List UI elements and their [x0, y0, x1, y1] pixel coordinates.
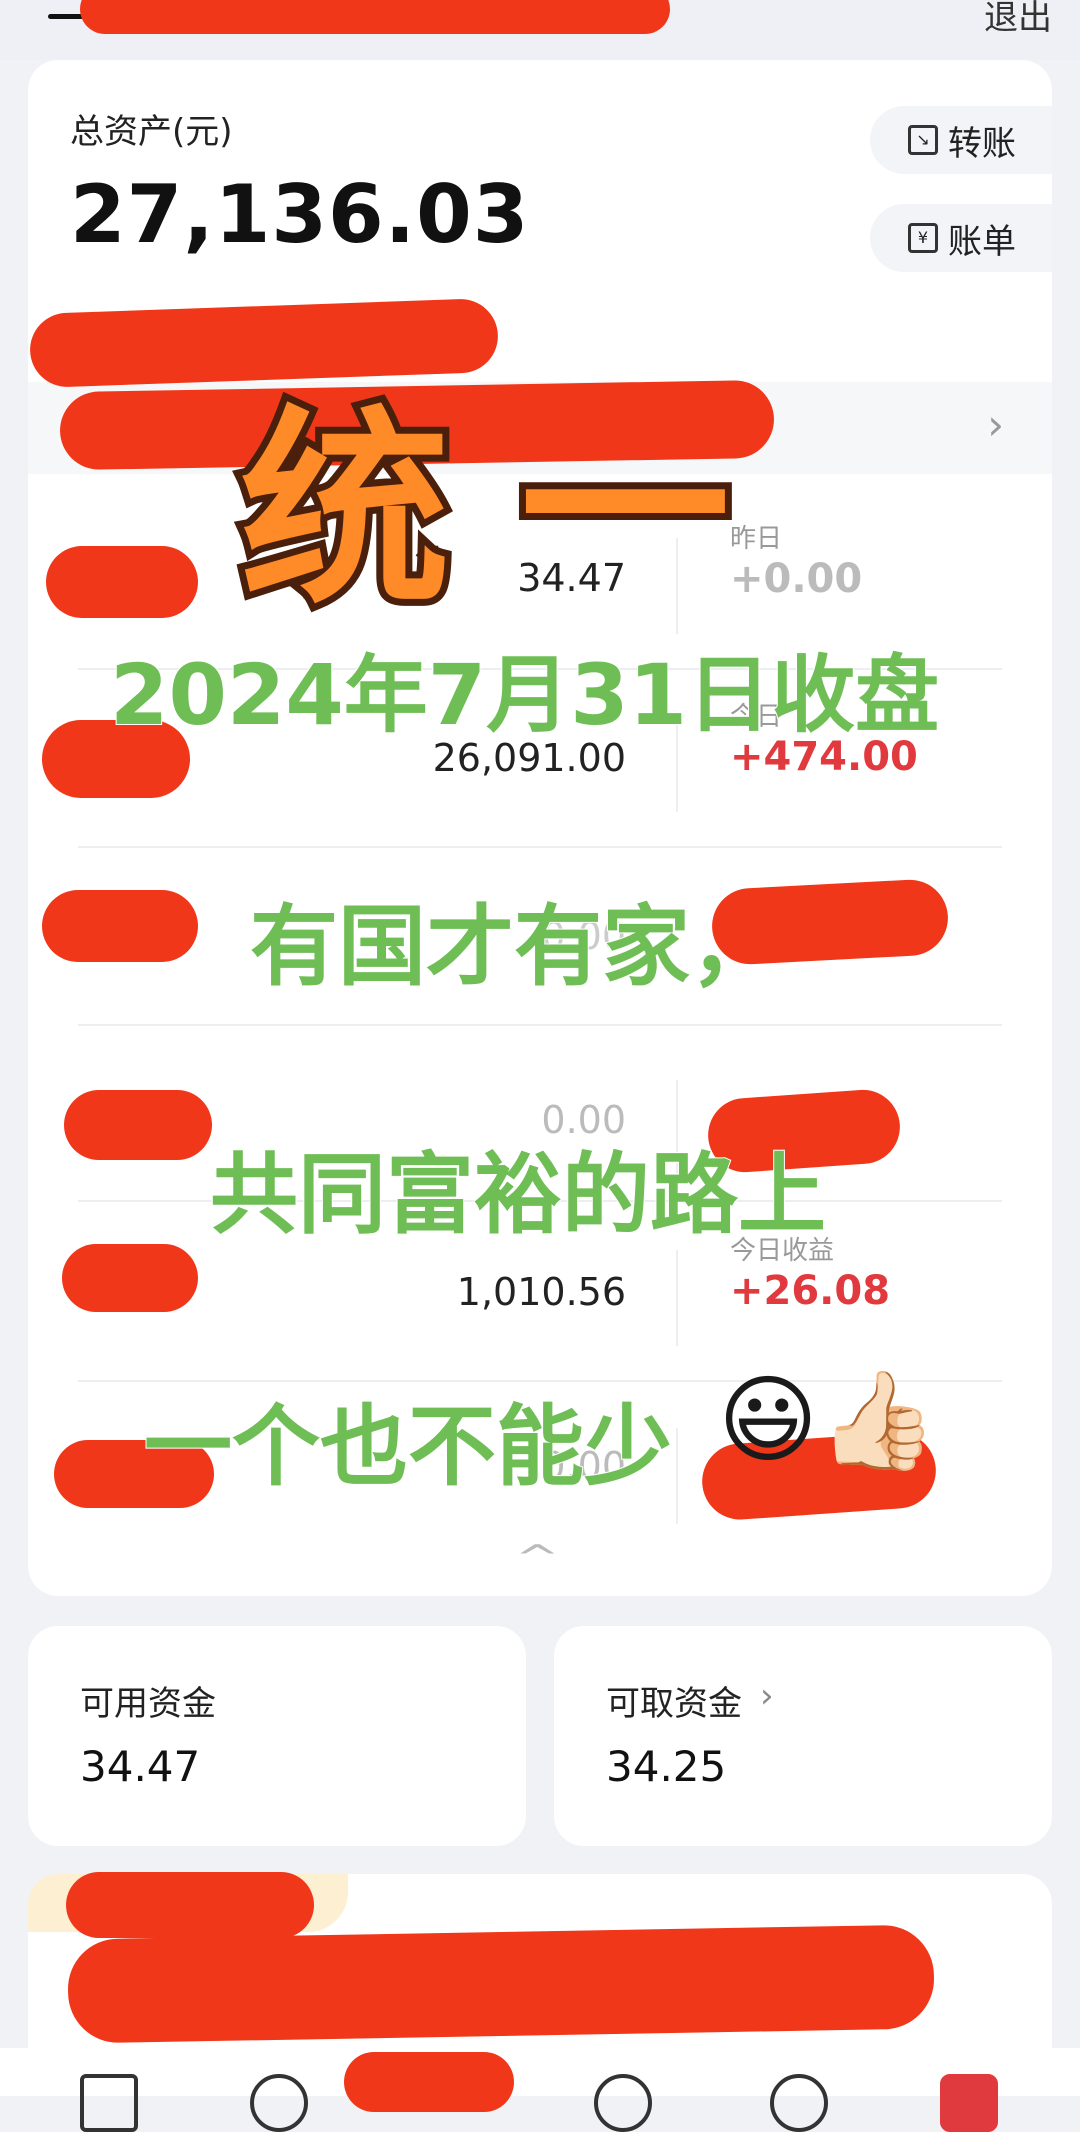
available-funds-card[interactable]: 可用资金 34.47: [28, 1626, 526, 1846]
redaction-mark: [62, 1244, 198, 1312]
overlay-line-1: 有国才有家，: [249, 894, 779, 999]
overlay-line-2: 共同富裕的路上: [209, 1142, 827, 1247]
row-divider: [676, 1428, 678, 1524]
chevron-up-icon[interactable]: ^: [514, 1538, 560, 1578]
transfer-label: 转账: [948, 123, 1016, 164]
redaction-mark: [64, 1090, 212, 1160]
available-funds-value: 34.47: [80, 1742, 201, 1791]
redaction-mark: [42, 890, 198, 962]
available-funds-label: 可用资金: [80, 1684, 216, 1724]
smiley-thumbs-up-emoji: 😃👍🏻: [718, 1364, 938, 1476]
redaction-mark: [344, 2052, 514, 2112]
chevron-right-icon[interactable]: ›: [987, 400, 1004, 449]
holding-change: +26.08: [730, 1268, 891, 1314]
trade-icon[interactable]: [594, 2074, 652, 2132]
account-icon[interactable]: [940, 2074, 998, 2132]
overlay-line-3: 一个也不能少: [143, 1394, 673, 1499]
wealth-icon[interactable]: [770, 2074, 828, 2132]
menu-icon[interactable]: [48, 14, 84, 19]
row-separator: [78, 846, 1002, 848]
total-assets-value: 27,136.03: [70, 168, 530, 261]
home-icon[interactable]: [80, 2074, 138, 2132]
redaction-mark: [67, 1924, 935, 2044]
transfer-icon: ↘: [908, 125, 938, 155]
redaction-mark: [66, 1872, 314, 1938]
holding-value: 1,010.56: [456, 1270, 626, 1314]
overlay-title: 统一: [233, 381, 801, 640]
transfer-button[interactable]: ↘ 转账: [870, 106, 1052, 174]
chevron-right-icon[interactable]: ›: [760, 1676, 774, 1716]
statement-label: 账单: [948, 221, 1016, 262]
row-separator: [78, 1024, 1002, 1026]
logout-button[interactable]: 退出: [984, 0, 1052, 39]
market-icon[interactable]: [250, 2074, 308, 2132]
statement-button[interactable]: ¥ 账单: [870, 204, 1052, 272]
withdrawable-funds-value: 34.25: [606, 1742, 727, 1791]
withdrawable-funds-card[interactable]: 可取资金 › 34.25: [554, 1626, 1052, 1846]
row-divider: [676, 1250, 678, 1346]
redaction-mark: [80, 0, 670, 34]
redaction-mark: [46, 546, 198, 618]
yen-receipt-icon: ¥: [908, 223, 938, 253]
total-assets-label: 总资产(元): [70, 112, 233, 152]
overlay-date-line: 2024年7月31日收盘: [109, 645, 940, 745]
withdrawable-funds-label: 可取资金: [606, 1684, 742, 1724]
bottom-nav: [0, 2048, 1080, 2132]
